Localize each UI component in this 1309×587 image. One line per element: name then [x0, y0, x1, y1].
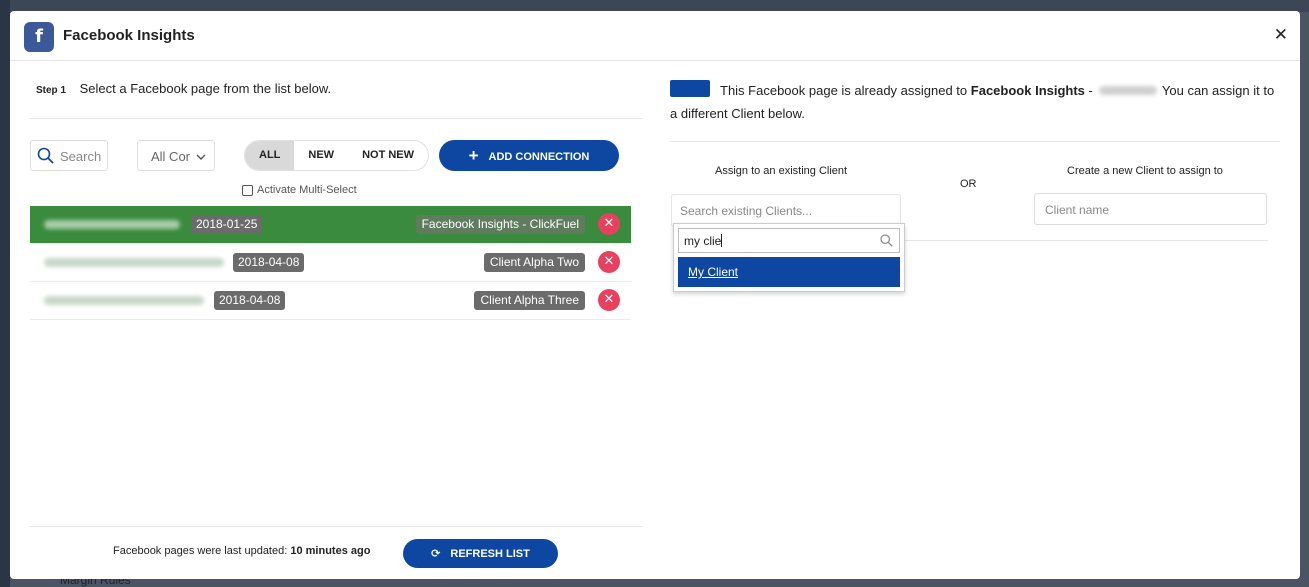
refresh-label: REFRESH LIST — [450, 548, 530, 560]
refresh-list-button[interactable]: ⟳ REFRESH LIST — [403, 539, 558, 568]
select-value: All Cor — [151, 149, 191, 164]
close-button[interactable]: ✕ — [1274, 25, 1288, 45]
plus-icon: + — [468, 146, 479, 165]
create-client-label: Create a new Client to assign to — [1067, 165, 1223, 177]
table-row[interactable]: 2018-04-08 Client Alpha Three ✕ — [30, 282, 631, 320]
search-placeholder: Search — [60, 149, 102, 164]
toggle-new[interactable]: NEW — [294, 141, 348, 170]
or-label: OR — [960, 178, 977, 190]
toggle-not-new[interactable]: NOT NEW — [348, 141, 428, 170]
blurred-client-name — [1098, 86, 1157, 95]
client-badge: Client Alpha Two — [483, 253, 585, 272]
assigned-client-name: Facebook Insights — [970, 83, 1085, 98]
step1-instruction: Step 1 Select a Facebook page from the l… — [36, 81, 331, 96]
facebook-insights-modal: f Facebook Insights ✕ Step 1 Select a Fa… — [10, 11, 1300, 579]
remove-button[interactable]: ✕ — [598, 289, 620, 311]
multi-select-label: Activate Multi-Select — [257, 184, 357, 196]
client-badge: Client Alpha Three — [474, 291, 585, 310]
multi-select-option: Activate Multi-Select — [242, 184, 357, 196]
client-search-dropdown: my clie My Client — [673, 223, 905, 292]
modal-header: f Facebook Insights ✕ — [10, 11, 1300, 61]
table-row[interactable]: 2018-04-08 Client Alpha Two ✕ — [30, 244, 631, 282]
text-cursor — [721, 234, 723, 247]
dropdown-option-my-client[interactable]: My Client — [678, 257, 900, 287]
add-connection-label: ADD CONNECTION — [488, 151, 590, 163]
blurred-page-name — [44, 296, 204, 305]
chevron-down-icon — [196, 150, 206, 165]
facebook-pages-list: 2018-01-25 Facebook Insights - ClickFuel… — [30, 206, 631, 320]
divider — [670, 141, 1280, 142]
date-badge: 2018-04-08 — [214, 291, 286, 310]
last-updated-text: Facebook pages were last updated: 10 min… — [113, 545, 370, 557]
step2-text-before: This Facebook page is already assigned t… — [720, 83, 968, 98]
blurred-page-name — [44, 220, 180, 229]
date-badge: 2018-04-08 — [233, 253, 305, 272]
connection-filter-select[interactable]: All Cor — [137, 140, 215, 171]
remove-button[interactable]: ✕ — [598, 251, 620, 273]
multi-select-checkbox[interactable] — [242, 184, 253, 196]
step1-label: Step 1 — [36, 85, 67, 96]
modal-title: Facebook Insights — [63, 27, 195, 44]
divider — [30, 526, 642, 527]
divider — [905, 240, 1268, 241]
divider — [30, 118, 642, 119]
toggle-all[interactable]: ALL — [245, 141, 295, 170]
facebook-logo-icon: f — [24, 22, 54, 52]
date-badge: 2018-01-25 — [191, 215, 263, 234]
add-connection-button[interactable]: + ADD CONNECTION — [439, 140, 619, 171]
assign-existing-label: Assign to an existing Client — [715, 165, 848, 177]
status-toggle-group: ALL NEW NOT NEW — [244, 140, 430, 171]
remove-button[interactable]: ✕ — [598, 213, 620, 235]
background-app-sidebar — [0, 0, 10, 587]
last-updated-value: 10 minutes ago — [290, 545, 371, 557]
refresh-icon: ⟳ — [431, 547, 441, 560]
dropdown-query: my clie — [684, 234, 722, 248]
client-badge: Facebook Insights - ClickFuel — [415, 215, 585, 234]
dropdown-search-input[interactable]: my clie — [678, 228, 900, 253]
table-row[interactable]: 2018-01-25 Facebook Insights - ClickFuel… — [30, 206, 631, 244]
step2-instruction: This Facebook page is already assigned t… — [670, 79, 1280, 125]
search-input[interactable]: Search — [30, 140, 108, 171]
step1-text: Select a Facebook page from the list bel… — [79, 81, 332, 96]
step2-dash: - — [1088, 83, 1093, 98]
client-name-field[interactable]: Client name — [1034, 193, 1267, 225]
search-icon — [37, 147, 54, 167]
blurred-page-name — [44, 258, 224, 267]
search-icon — [880, 234, 893, 250]
last-updated-prefix: Facebook pages were last updated: — [113, 545, 288, 557]
